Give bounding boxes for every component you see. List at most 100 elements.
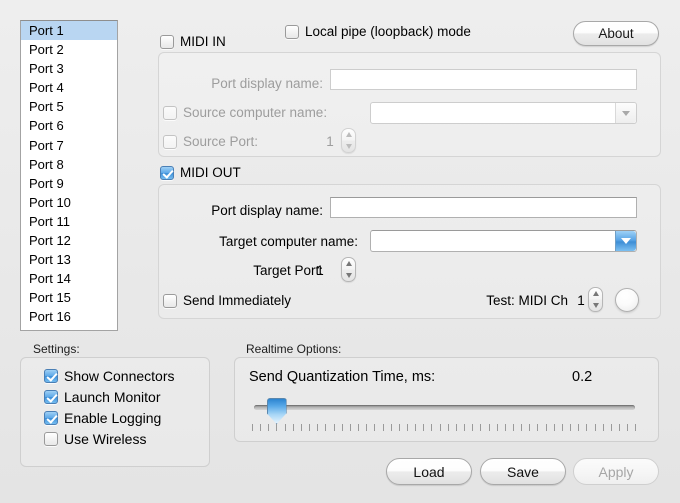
source-computer-name-combo[interactable] [370, 102, 637, 124]
slider-tick [488, 424, 490, 431]
source-port-stepper[interactable] [341, 128, 356, 153]
midi-in-checkbox-row[interactable]: MIDI IN [160, 34, 226, 49]
slider-tick [300, 424, 302, 431]
slider-tick [480, 424, 482, 431]
settings-checkbox[interactable] [44, 369, 58, 383]
port-list-item[interactable]: Port 9 [21, 174, 117, 193]
settings-checkbox[interactable] [44, 432, 58, 446]
send-quantization-time-value: 0.2 [572, 369, 593, 385]
source-port-label: Source Port: [183, 134, 259, 149]
midi-out-port-display-name-input[interactable] [330, 197, 637, 218]
midi-in-port-display-name-input[interactable] [330, 69, 637, 90]
port-list-item[interactable]: Port 6 [21, 116, 117, 135]
slider-tick [349, 424, 351, 431]
target-port-stepper[interactable] [341, 257, 356, 282]
slider-tick [431, 424, 433, 431]
source-computer-name-label: Source computer name: [183, 105, 328, 120]
settings-checkbox-label: Show Connectors [64, 368, 175, 384]
slider-tick [537, 424, 539, 431]
source-port-checkbox[interactable] [163, 134, 177, 149]
slider-tick [260, 424, 262, 431]
settings-checkbox-row[interactable]: Enable Logging [44, 410, 175, 426]
settings-checkbox[interactable] [44, 390, 58, 404]
slider-tick [317, 424, 319, 431]
port-list-item[interactable]: Port 12 [21, 231, 117, 250]
port-list[interactable]: Port 1 Port 2 Port 3 Port 4 Port 5 Port 6 Port… [20, 20, 118, 331]
slider-thumb[interactable] [266, 398, 287, 424]
slider-tick [447, 424, 449, 431]
port-list-item[interactable]: Port 3 [21, 59, 117, 78]
port-list-item[interactable]: Port 5 [21, 97, 117, 116]
slider-tick [276, 424, 278, 431]
slider-tick [619, 424, 621, 431]
port-list-item[interactable]: Port 7 [21, 136, 117, 155]
port-list-item[interactable]: Port 10 [21, 193, 117, 212]
midi-out-checkbox[interactable] [160, 165, 174, 180]
source-port-checkbox-row[interactable]: Source Port: [163, 134, 258, 149]
slider-tick [496, 424, 498, 431]
application-window: Port 1 Port 2 Port 3 Port 4 Port 5 Port 6 Port… [0, 0, 680, 503]
slider-track[interactable] [254, 405, 635, 410]
test-midi-channel-label: Test: MIDI Ch [486, 293, 568, 308]
slider-tick [578, 424, 580, 431]
realtime-options-caption: Realtime Options: [246, 342, 342, 356]
slider-tick [415, 424, 417, 431]
stepper-down-icon[interactable] [592, 302, 599, 308]
save-button[interactable]: Save [480, 458, 566, 485]
midi-in-checkbox[interactable] [160, 34, 174, 49]
stepper-up-icon[interactable] [345, 261, 352, 267]
slider-tick [341, 424, 343, 431]
stepper-down-icon[interactable] [345, 272, 352, 278]
settings-checkbox-row[interactable]: Show Connectors [44, 368, 175, 384]
about-button[interactable]: About [573, 21, 659, 46]
apply-button: Apply [573, 458, 659, 485]
load-button[interactable]: Load [386, 458, 472, 485]
port-list-item[interactable]: Port 11 [21, 212, 117, 231]
port-list-item[interactable]: Port 15 [21, 288, 117, 307]
test-midi-channel-stepper[interactable] [588, 287, 603, 312]
settings-checkbox[interactable] [44, 411, 58, 425]
stepper-up-icon[interactable] [592, 291, 599, 297]
settings-checkbox-label: Enable Logging [64, 410, 162, 426]
test-send-button[interactable] [615, 288, 639, 312]
slider-tick [455, 424, 457, 431]
send-immediately-label: Send Immediately [183, 293, 292, 308]
source-port-value: 1 [326, 134, 334, 149]
settings-checkbox-label: Launch Monitor [64, 389, 161, 405]
source-computer-name-checkbox-row[interactable]: Source computer name: [163, 105, 327, 120]
port-list-item[interactable]: Port 4 [21, 78, 117, 97]
slider-tick [561, 424, 563, 431]
midi-out-checkbox-row[interactable]: MIDI OUT [160, 165, 241, 180]
slider-tick [423, 424, 425, 431]
midi-out-port-display-name-label: Port display name: [211, 203, 323, 218]
port-list-item[interactable]: Port 16 [21, 307, 117, 326]
local-pipe-checkbox-row[interactable]: Local pipe (loopback) mode [285, 24, 471, 39]
stepper-up-icon[interactable] [345, 132, 352, 138]
stepper-down-icon[interactable] [345, 143, 352, 149]
source-computer-name-checkbox[interactable] [163, 105, 177, 120]
port-list-item[interactable]: Port 2 [21, 40, 117, 59]
slider-tick [374, 424, 376, 431]
local-pipe-label: Local pipe (loopback) mode [305, 24, 471, 39]
slider-tick [358, 424, 360, 431]
chevron-down-icon[interactable] [615, 103, 636, 123]
settings-checkbox-row[interactable]: Use Wireless [44, 431, 175, 447]
slider-tick [472, 424, 474, 431]
send-immediately-checkbox-row[interactable]: Send Immediately [163, 293, 291, 308]
settings-checkbox-label: Use Wireless [64, 431, 147, 447]
send-quantization-slider[interactable] [252, 396, 637, 434]
slider-tick [252, 424, 253, 431]
local-pipe-checkbox[interactable] [285, 24, 299, 39]
target-computer-name-combo[interactable] [370, 230, 637, 252]
slider-tick-marks [252, 424, 637, 432]
port-list-item[interactable]: Port 13 [21, 250, 117, 269]
settings-checkbox-row[interactable]: Launch Monitor [44, 389, 175, 405]
port-list-item[interactable]: Port 8 [21, 155, 117, 174]
chevron-down-icon[interactable] [615, 231, 636, 251]
slider-tick [284, 424, 286, 431]
slider-tick [521, 424, 523, 431]
slider-tick [439, 424, 441, 431]
port-list-item[interactable]: Port 14 [21, 269, 117, 288]
port-list-item[interactable]: Port 1 [21, 21, 117, 41]
send-immediately-checkbox[interactable] [163, 293, 177, 308]
